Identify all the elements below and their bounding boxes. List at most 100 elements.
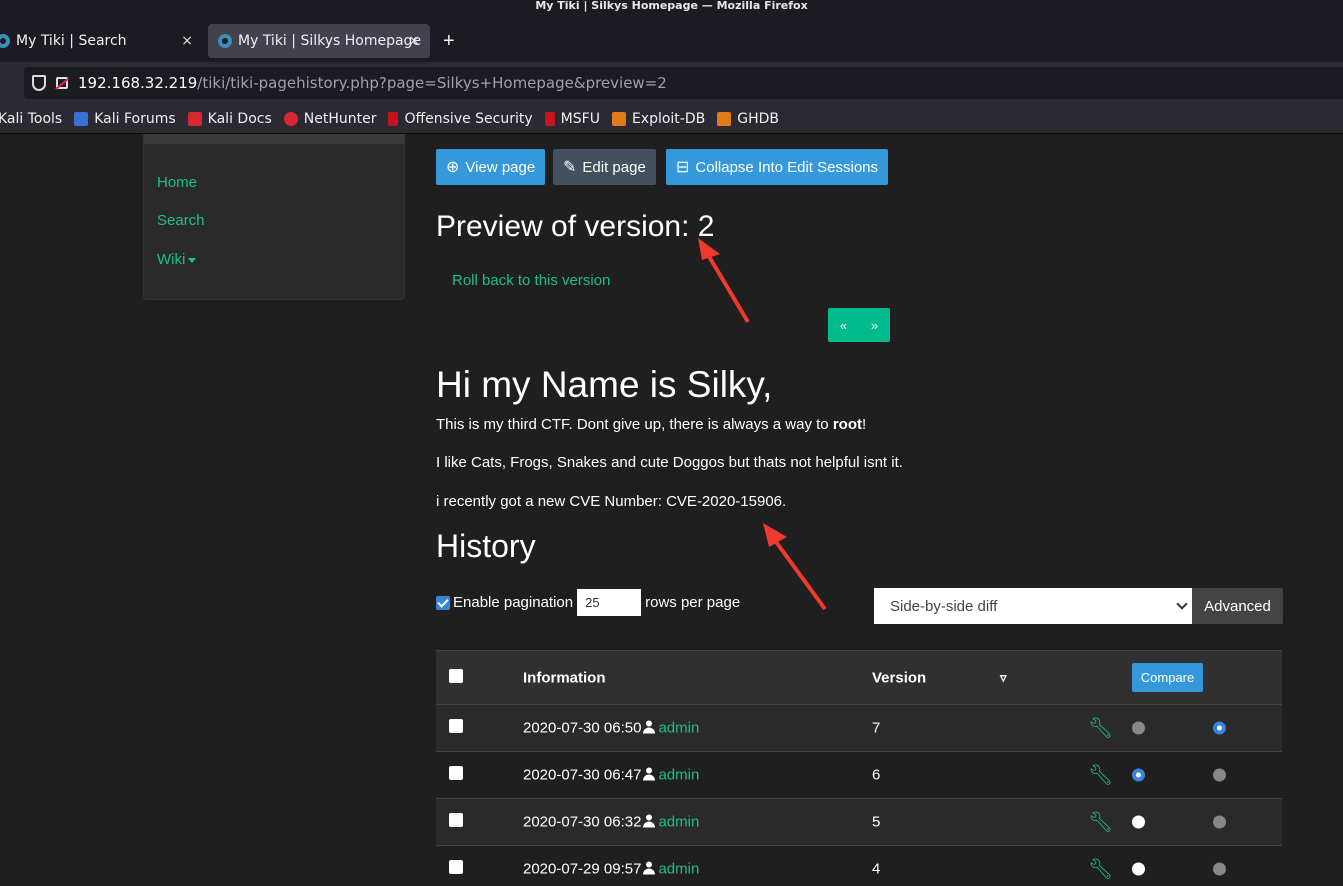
- row-date: 2020-07-30 06:32: [523, 813, 642, 831]
- bookmark-nethunter[interactable]: NetHunter: [283, 111, 376, 127]
- close-tab-icon[interactable]: ×: [181, 33, 193, 49]
- edit-icon: ✎: [563, 159, 577, 176]
- sidebar-item-wiki[interactable]: Wiki: [157, 251, 197, 268]
- row-date: 2020-07-29 09:57: [523, 860, 642, 878]
- view-page-button[interactable]: ⊕ View page: [436, 149, 546, 185]
- compare-new-radio[interactable]: [1213, 815, 1226, 829]
- column-version: Version: [872, 669, 927, 686]
- wrench-icon[interactable]: 🔧︎: [1088, 810, 1113, 835]
- tab-bar: My Tiki | Search × My Tiki | Silkys Home…: [0, 22, 1343, 62]
- content-paragraph: i recently got a new CVE Number: CVE-202…: [436, 493, 787, 510]
- row-version: 6: [872, 766, 881, 784]
- user-icon: [643, 861, 656, 875]
- row-checkbox[interactable]: [449, 719, 463, 733]
- row-information: 2020-07-29 09:57 admin: [523, 861, 699, 878]
- page-content: Home Search Wiki ⊕ View page ✎ Edit page ⊟…: [0, 134, 1343, 886]
- minus-square-icon: ⊟: [676, 159, 690, 176]
- bookmark-ghdb[interactable]: GHDB: [717, 111, 779, 127]
- tab-search[interactable]: My Tiki | Search ×: [0, 24, 201, 58]
- annotation-arrow-icon: [763, 523, 827, 611]
- wrench-icon[interactable]: 🔧︎: [1088, 857, 1113, 882]
- bookmark-kali-forums[interactable]: Kali Forums: [74, 111, 176, 127]
- row-version: 4: [872, 860, 881, 878]
- insecure-lock-icon[interactable]: [56, 77, 68, 89]
- kali-forums-icon: [74, 111, 89, 126]
- enable-pagination-checkbox[interactable]: [436, 595, 450, 610]
- compare-old-radio[interactable]: [1132, 721, 1145, 735]
- url-host: 192.168.32.219: [78, 74, 198, 92]
- compare-new-radio[interactable]: [1213, 768, 1226, 782]
- sidebar-item-home[interactable]: Home: [157, 174, 197, 191]
- tab-silkys-homepage[interactable]: My Tiki | Silkys Homepage ×: [208, 24, 430, 58]
- msfu-icon: [544, 111, 555, 126]
- preview-title: Preview of version: 2: [436, 210, 715, 243]
- history-table: Information Version ▿ Compare 2020-07-30…: [436, 650, 1282, 886]
- user-icon: [643, 814, 656, 828]
- compare-button[interactable]: Compare: [1132, 663, 1203, 692]
- content-paragraph: This is my third CTF. Dont give up, ther…: [436, 416, 867, 433]
- nav-bar: 192.168.32.219/tiki/tiki-pagehistory.php…: [0, 62, 1343, 104]
- tiki-favicon-icon: [0, 34, 10, 48]
- history-title: History: [436, 528, 536, 564]
- rows-per-page-input[interactable]: 25: [577, 589, 642, 616]
- edit-page-button[interactable]: ✎ Edit page: [553, 149, 656, 185]
- next-version-button[interactable]: »: [871, 318, 878, 333]
- row-checkbox[interactable]: [449, 860, 463, 874]
- rollback-link[interactable]: Roll back to this version: [452, 272, 610, 289]
- table-row: 2020-07-30 06:47 admin 6 🔧︎: [436, 751, 1282, 798]
- url-path: /tiki/tiki-pagehistory.php?page=Silkys+H…: [197, 74, 667, 92]
- offsec-icon: [388, 111, 399, 126]
- row-version: 7: [872, 719, 881, 737]
- kali-docs-icon: [187, 111, 202, 126]
- row-user-link[interactable]: admin: [658, 814, 699, 831]
- bookmark-kali-docs[interactable]: Kali Docs: [187, 111, 272, 127]
- compare-old-radio[interactable]: [1132, 815, 1145, 829]
- caret-down-icon: [188, 257, 197, 263]
- version-pager: « »: [828, 308, 890, 342]
- url-bar[interactable]: 192.168.32.219/tiki/tiki-pagehistory.php…: [24, 67, 1343, 99]
- content-heading: Hi my Name is Silky,: [436, 364, 773, 405]
- rows-per-page-label: rows per page: [645, 594, 741, 611]
- row-user-link[interactable]: admin: [658, 861, 699, 878]
- chevron-down-icon: [1176, 598, 1188, 610]
- zoom-in-icon: ⊕: [446, 159, 460, 176]
- row-date: 2020-07-30 06:50: [523, 719, 642, 737]
- bookmark-msfu[interactable]: MSFU: [544, 111, 600, 127]
- compare-old-radio[interactable]: [1132, 768, 1145, 782]
- compare-new-radio[interactable]: [1213, 862, 1226, 876]
- exploit-db-icon: [611, 111, 626, 126]
- row-user-link[interactable]: admin: [658, 720, 699, 737]
- collapse-edit-sessions-button[interactable]: ⊟ Collapse Into Edit Sessions: [666, 149, 889, 185]
- row-checkbox[interactable]: [449, 813, 463, 827]
- new-tab-button[interactable]: +: [443, 30, 455, 53]
- row-date: 2020-07-30 06:47: [523, 766, 642, 784]
- shield-icon[interactable]: [32, 75, 46, 91]
- compare-old-radio[interactable]: [1132, 862, 1145, 876]
- bookmark-kali-tools[interactable]: Kali Tools: [0, 111, 62, 127]
- wrench-icon[interactable]: 🔧︎: [1088, 763, 1113, 788]
- row-information: 2020-07-30 06:47 admin: [523, 767, 699, 784]
- pagination-controls: Enable pagination 25 rows per page: [436, 589, 740, 616]
- window-title: My Tiki | Silkys Homepage — Mozilla Fire…: [0, 0, 1343, 22]
- close-tab-icon[interactable]: ×: [408, 33, 420, 49]
- select-all-checkbox[interactable]: [449, 668, 463, 683]
- ghdb-icon: [717, 111, 732, 126]
- table-row: 2020-07-30 06:50 admin 7 🔧︎: [436, 704, 1282, 751]
- bookmark-offensive-security[interactable]: Offensive Security: [388, 111, 533, 127]
- html5-icon: ▿: [1000, 669, 1007, 685]
- prev-version-button[interactable]: «: [840, 318, 847, 333]
- table-row: 2020-07-29 09:57 admin 4 🔧︎: [436, 845, 1282, 886]
- diff-style-select[interactable]: Side-by-side diff: [874, 588, 1192, 624]
- compare-new-radio[interactable]: [1213, 721, 1226, 735]
- annotation-arrow-icon: [698, 238, 750, 324]
- advanced-button[interactable]: Advanced: [1192, 588, 1283, 624]
- sidebar-item-search[interactable]: Search: [157, 212, 205, 229]
- bookmark-exploit-db[interactable]: Exploit-DB: [611, 111, 705, 127]
- table-row: 2020-07-30 06:32 admin 5 🔧︎: [436, 798, 1282, 845]
- row-user-link[interactable]: admin: [658, 767, 699, 784]
- wrench-icon[interactable]: 🔧︎: [1088, 716, 1113, 741]
- content-paragraph: I like Cats, Frogs, Snakes and cute Dogg…: [436, 454, 903, 471]
- tiki-favicon-icon: [218, 34, 232, 48]
- tab-label: My Tiki | Silkys Homepage: [238, 33, 422, 49]
- row-checkbox[interactable]: [449, 766, 463, 780]
